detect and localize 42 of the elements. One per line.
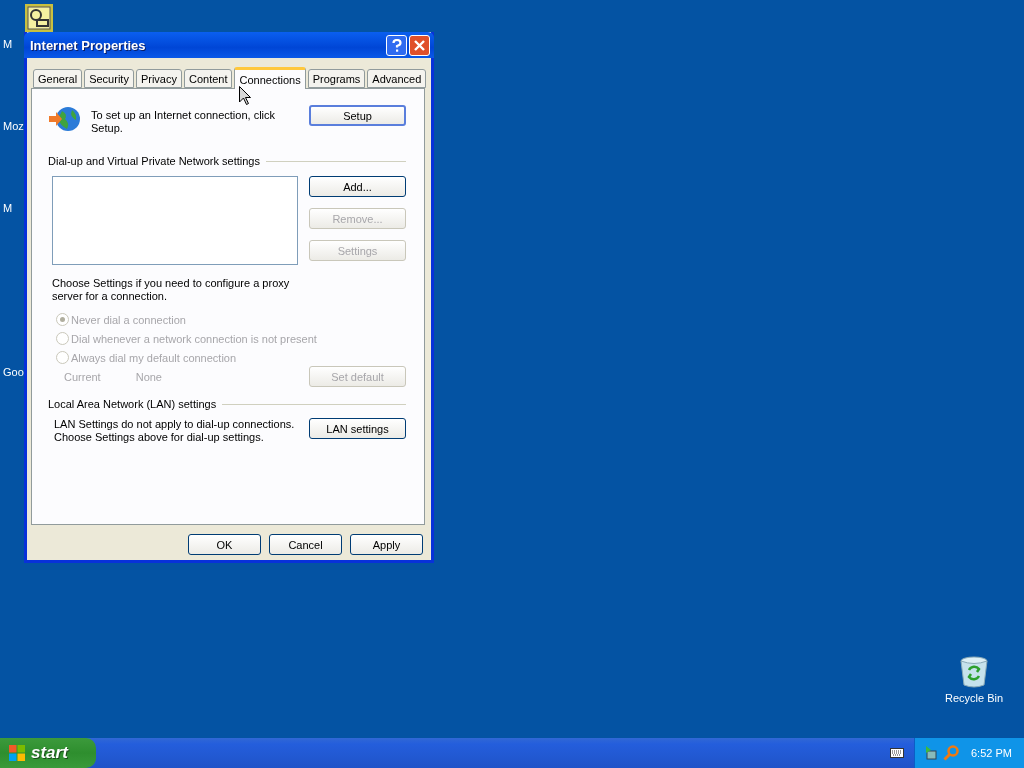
- help-button[interactable]: [386, 34, 407, 56]
- current-value: None: [135, 370, 162, 383]
- desktop-icon-label[interactable]: M: [3, 202, 13, 214]
- recycle-bin-label[interactable]: Recycle Bin: [944, 692, 1004, 704]
- help-icon: [391, 38, 402, 52]
- tab[interactable]: Programs: [307, 69, 366, 88]
- setup-button[interactable]: Setup: [309, 105, 406, 126]
- lan-description: LAN Settings do not apply to dial-up connections. Choose Settings above for dial-up settings.: [54, 418, 296, 444]
- dialup-button[interactable]: Add...: [309, 176, 406, 197]
- desktop-icon-label[interactable]: M: [3, 38, 13, 50]
- connections-list[interactable]: [52, 176, 298, 265]
- keyboard-icon[interactable]: [890, 748, 904, 758]
- close-icon: [414, 39, 425, 51]
- radio-label: Never dial a connection: [71, 313, 186, 326]
- dialog-button[interactable]: Cancel: [269, 534, 342, 555]
- network-icon[interactable]: [923, 745, 939, 761]
- current-label: Current: [64, 370, 101, 383]
- desktop-icon-label[interactable]: Moz: [3, 120, 24, 132]
- globe-icon: [48, 105, 81, 133]
- dialog-button[interactable]: OK: [188, 534, 261, 555]
- close-button[interactable]: [409, 34, 430, 56]
- proxy-note: Choose Settings if you need to configure a proxy server for a connection.: [52, 277, 291, 303]
- recycle-bin-icon[interactable]: [959, 656, 989, 688]
- desktop-icon-label[interactable]: Goo: [3, 366, 24, 378]
- tab[interactable]: Connections: [234, 67, 306, 89]
- section-heading: Dial-up and Virtual Private Network settings: [48, 155, 260, 167]
- lan-settings-button[interactable]: LAN settings: [309, 418, 406, 439]
- start-button[interactable]: start: [0, 738, 96, 768]
- tab[interactable]: Security: [84, 69, 134, 88]
- tab[interactable]: General: [33, 69, 83, 88]
- dialog-button[interactable]: Apply: [350, 534, 423, 555]
- section-heading: Local Area Network (LAN) settings: [48, 398, 217, 410]
- tab[interactable]: Content: [183, 69, 233, 88]
- desktop-icon[interactable]: [25, 4, 53, 32]
- tab[interactable]: Privacy: [135, 69, 182, 88]
- radio-label: Always dial my default connection: [71, 351, 237, 364]
- windows-logo-icon: [8, 744, 26, 762]
- radio-label: Dial whenever a network connection is not present: [71, 332, 317, 345]
- setup-description: To set up an Internet connection, click Setup.: [91, 109, 277, 135]
- tab[interactable]: Advanced: [367, 69, 427, 88]
- cursor-icon: [239, 86, 251, 105]
- window-title: Internet Properties: [30, 37, 147, 53]
